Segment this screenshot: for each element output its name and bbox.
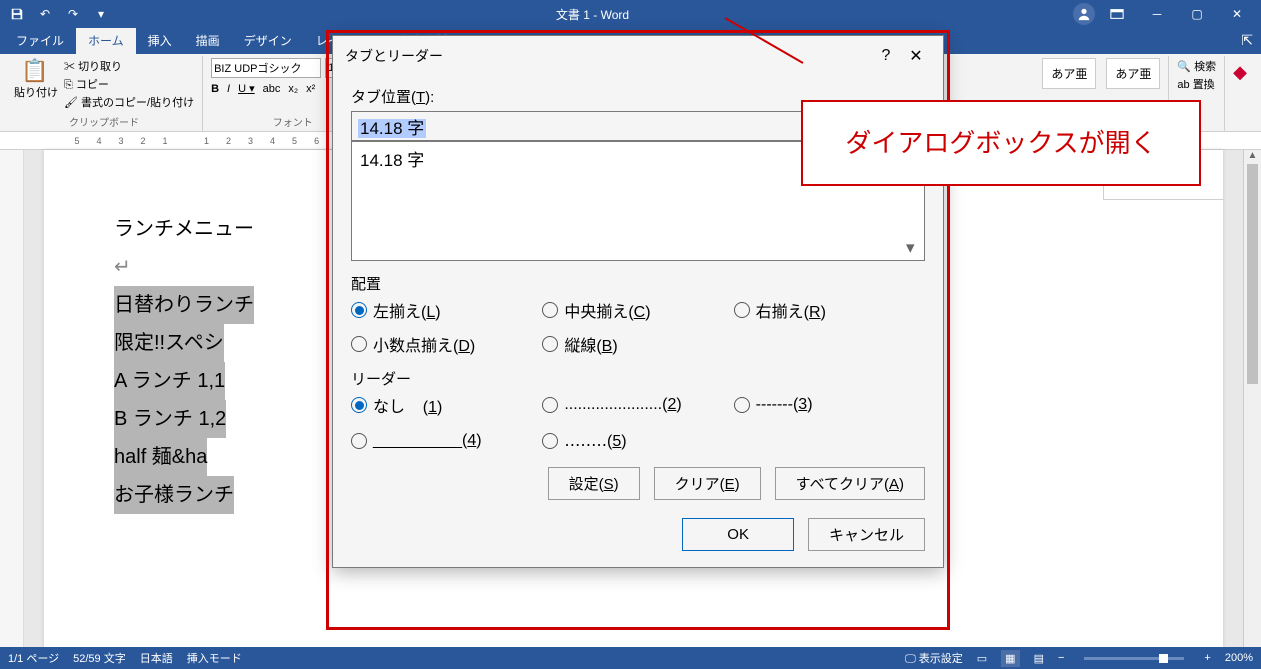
bold-button[interactable]: B — [211, 83, 219, 95]
tab-design[interactable]: デザイン — [232, 28, 304, 54]
cut-button[interactable]: ✂ 切り取り — [64, 58, 194, 74]
status-word-count[interactable]: 52/59 文字 — [73, 650, 126, 666]
view-print-icon[interactable]: ▦ — [1001, 650, 1019, 667]
account-icon[interactable] — [1073, 3, 1095, 25]
tab-draw[interactable]: 描画 — [184, 28, 232, 54]
leader-group: なし (1) ......................(2) -------… — [351, 393, 925, 451]
clear-all-button[interactable]: すべてクリア(A) — [775, 467, 925, 500]
undo-icon[interactable]: ↶ — [34, 4, 56, 24]
superscript-button[interactable]: x² — [306, 83, 315, 95]
doc-line-5: half 麺&ha — [114, 438, 207, 476]
copy-button[interactable]: ⎘ コピー — [64, 76, 194, 92]
alignment-group: 左揃え(L) 中央揃え(C) 右揃え(R) 小数点揃え(D) 縦線(B) — [351, 298, 925, 356]
font-name-select[interactable] — [211, 58, 321, 78]
share-icon[interactable]: ⇱ — [1241, 32, 1253, 49]
ribbon-options-icon[interactable] — [1099, 3, 1135, 25]
leader-label: リーダー — [351, 368, 925, 389]
status-page[interactable]: 1/1 ページ — [8, 650, 59, 666]
paste-label: 貼り付け — [14, 84, 58, 100]
leader-dashes-radio[interactable]: -------(3) — [734, 393, 925, 417]
tab-file[interactable]: ファイル — [4, 28, 76, 54]
vertical-scrollbar[interactable]: ▲ — [1243, 150, 1261, 647]
replace-button[interactable]: ab 置換 — [1177, 76, 1214, 92]
scroll-down-icon[interactable]: ▾ — [906, 238, 922, 258]
subscript-button[interactable]: x₂ — [288, 83, 298, 95]
group-addins: ◆ — [1225, 56, 1255, 131]
dialog-close-button[interactable]: ✕ — [901, 42, 931, 70]
quick-access-toolbar: ↶ ↷ ▾ — [6, 4, 112, 24]
dialog-titlebar[interactable]: タブとリーダー ? ✕ — [333, 36, 943, 76]
close-button[interactable]: ✕ — [1219, 3, 1255, 25]
save-icon[interactable] — [6, 4, 28, 24]
tab-insert[interactable]: 挿入 — [136, 28, 184, 54]
doc-line-4: B ランチ 1,2 — [114, 400, 226, 438]
status-bar: 1/1 ページ 52/59 文字 日本語 挿入モード 🖵 表示設定 ▭ ▦ ▤ … — [0, 647, 1261, 669]
tab-home[interactable]: ホーム — [76, 28, 136, 54]
paste-icon: 📋 — [21, 58, 51, 84]
zoom-slider[interactable] — [1084, 657, 1184, 660]
align-decimal-radio[interactable]: 小数点揃え(D) — [351, 332, 542, 356]
underline-button[interactable]: U ▾ — [238, 82, 255, 95]
status-insert-mode[interactable]: 挿入モード — [187, 650, 242, 666]
commit-buttons: OK キャンセル — [351, 518, 925, 551]
ok-button[interactable]: OK — [682, 518, 794, 551]
display-settings-button[interactable]: 🖵 表示設定 — [905, 650, 963, 666]
help-button[interactable]: ? — [871, 42, 901, 70]
document-title: 文書 1 - Word — [112, 6, 1073, 23]
cancel-button[interactable]: キャンセル — [808, 518, 925, 551]
group-clipboard-label: クリップボード — [14, 114, 194, 131]
redo-icon[interactable]: ↷ — [62, 4, 84, 24]
view-web-icon[interactable]: ▤ — [1034, 652, 1044, 665]
clear-button[interactable]: クリア(E) — [654, 467, 761, 500]
qat-more-icon[interactable]: ▾ — [90, 4, 112, 24]
title-bar: ↶ ↷ ▾ 文書 1 - Word ─ ▢ ✕ — [0, 0, 1261, 28]
doc-line-6: お子様ランチ — [114, 476, 234, 514]
leader-none-radio[interactable]: なし (1) — [351, 393, 542, 417]
doc-line-1: 日替わりランチ — [114, 286, 254, 324]
group-clipboard: 📋 貼り付け ✂ 切り取り ⎘ コピー 🖌 書式のコピー/貼り付け クリップボー… — [6, 56, 203, 131]
status-language[interactable]: 日本語 — [140, 650, 173, 666]
align-left-radio[interactable]: 左揃え(L) — [351, 298, 542, 322]
minimize-button[interactable]: ─ — [1139, 3, 1175, 25]
scrollbar-thumb[interactable] — [1247, 164, 1258, 384]
tutorial-callout: ダイアログボックスが開く — [801, 100, 1201, 186]
doc-line-3: A ランチ 1,1 — [114, 362, 225, 400]
zoom-out-button[interactable]: − — [1058, 652, 1064, 664]
action-buttons: 設定(S) クリア(E) すべてクリア(A) — [351, 467, 925, 500]
maximize-button[interactable]: ▢ — [1179, 3, 1215, 25]
addin-icon[interactable]: ◆ — [1233, 56, 1247, 83]
italic-button[interactable]: I — [227, 83, 230, 95]
leader-underline-radio[interactable]: __________(4) — [351, 431, 542, 451]
leader-dots-radio[interactable]: ......................(2) — [542, 393, 733, 417]
style-sample-2[interactable]: あア亜 — [1106, 58, 1160, 89]
find-button[interactable]: 🔍 検索 — [1177, 58, 1216, 74]
alignment-label: 配置 — [351, 273, 925, 294]
align-right-radio[interactable]: 右揃え(R) — [734, 298, 925, 322]
zoom-level[interactable]: 200% — [1225, 652, 1253, 664]
set-button[interactable]: 設定(S) — [548, 467, 640, 500]
doc-line-2: 限定!!スペシ — [114, 324, 224, 362]
leader-middots-radio[interactable]: ‥‥‥‥(5) — [542, 431, 733, 451]
format-painter-button[interactable]: 🖌 書式のコピー/貼り付け — [64, 94, 194, 110]
view-read-icon[interactable]: ▭ — [977, 652, 987, 665]
paste-button[interactable]: 📋 貼り付け — [14, 58, 58, 100]
window-controls: ─ ▢ ✕ — [1073, 3, 1255, 25]
strike-button[interactable]: abc — [263, 83, 281, 95]
align-center-radio[interactable]: 中央揃え(C) — [542, 298, 733, 322]
align-bar-radio[interactable]: 縦線(B) — [542, 332, 733, 356]
zoom-in-button[interactable]: + — [1204, 652, 1210, 664]
vertical-ruler[interactable] — [0, 150, 24, 647]
style-sample-1[interactable]: あア亜 — [1042, 58, 1096, 89]
